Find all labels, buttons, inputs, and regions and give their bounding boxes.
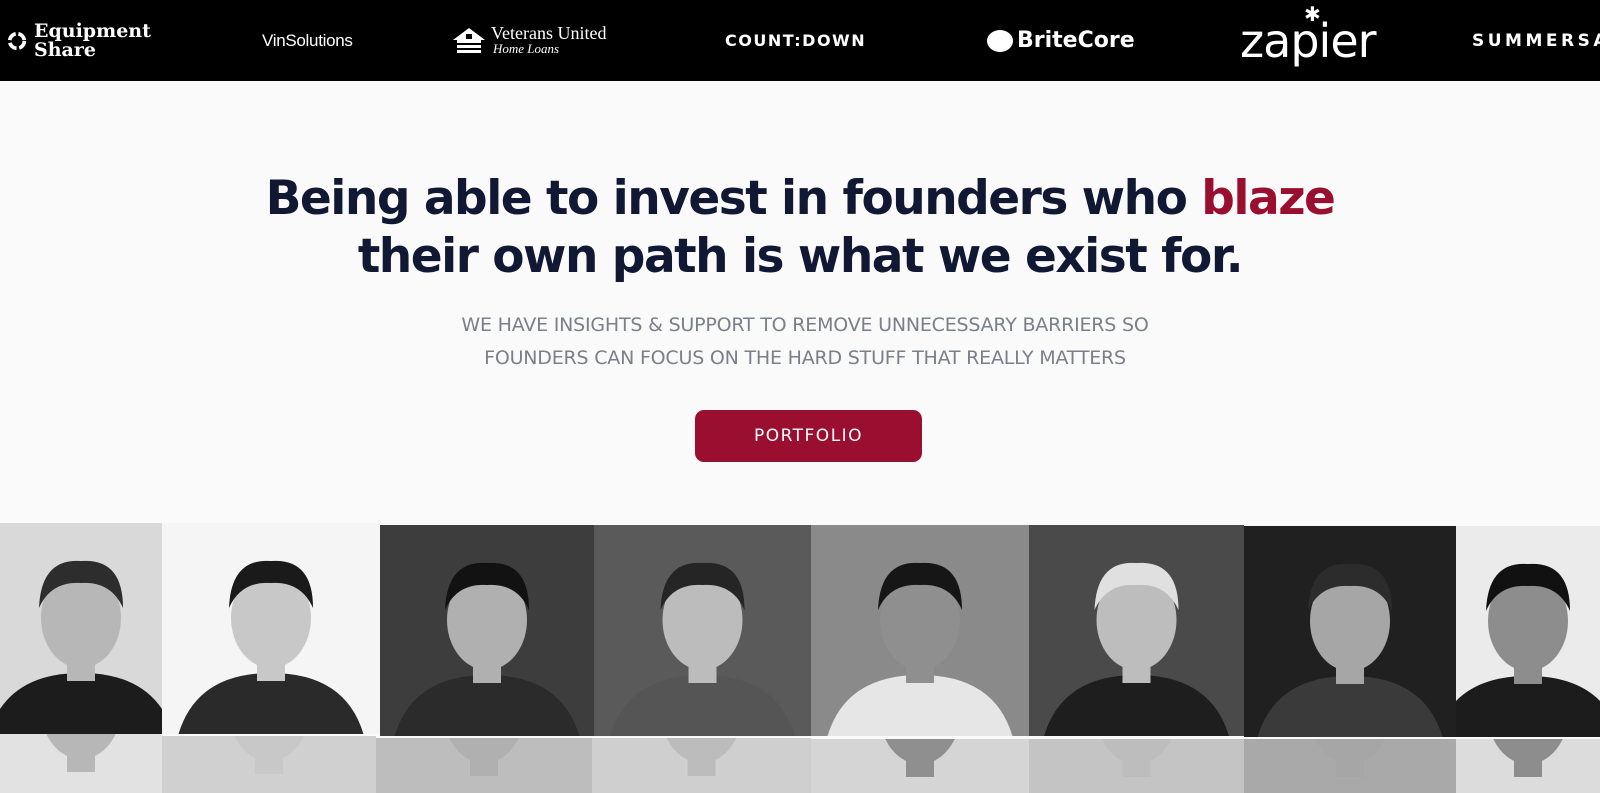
shoulders-shape <box>610 675 795 736</box>
founder-photo-6[interactable] <box>1029 525 1244 736</box>
headline-text-1: Being able to invest in founders who <box>265 171 1202 226</box>
house-icon <box>453 27 485 53</box>
equipment-share-line2: Share <box>34 38 96 61</box>
portfolio-button[interactable]: PORTFOLIO <box>695 410 922 462</box>
shoulders-shape <box>0 673 162 734</box>
britecore-logo[interactable]: BriteCore <box>987 0 1135 81</box>
portrait-graphic <box>885 739 955 777</box>
founder-photo-14[interactable] <box>1029 739 1244 793</box>
face-shape <box>449 738 519 763</box>
veterans-united-sub: Home Loans <box>493 40 560 56</box>
portrait-graphic <box>1493 739 1563 777</box>
veterans-united-name: Veterans United <box>491 22 607 43</box>
portrait-graphic <box>610 562 795 736</box>
founder-photo-8[interactable] <box>1456 526 1600 737</box>
gear-icon <box>7 31 27 50</box>
asterisk-icon: ✱ <box>1304 2 1321 26</box>
founder-photo-13[interactable] <box>811 739 1029 793</box>
founder-photo-16[interactable] <box>1456 739 1600 793</box>
portrait-graphic <box>1456 563 1600 737</box>
summersalt-text: SUMMERSA <box>1472 30 1600 51</box>
portrait-graphic <box>46 734 116 772</box>
portrait-graphic <box>1044 562 1229 736</box>
founder-photo-7[interactable] <box>1244 526 1456 737</box>
face-shape <box>1493 739 1563 764</box>
vinsolutions-logo[interactable]: VinSolutions <box>262 0 353 81</box>
portrait-graphic <box>1315 739 1385 777</box>
headline-text-2: their own path is what we exist for. <box>357 229 1244 284</box>
founder-photo-15[interactable] <box>1244 739 1456 793</box>
countdown-logo[interactable]: COUNT:DOWN <box>725 0 866 81</box>
hero-headline: Being able to invest in founders who bla… <box>0 170 1600 286</box>
portrait-graphic <box>1257 563 1443 737</box>
portrait-graphic <box>449 738 519 776</box>
portrait-graphic <box>1101 739 1172 777</box>
portrait-graphic <box>178 560 364 734</box>
vinsolutions-text: VinSolutions <box>262 30 353 50</box>
founder-photo-4[interactable] <box>594 525 811 736</box>
britecore-mark-icon <box>987 29 1013 52</box>
portrait-graphic <box>0 560 162 734</box>
face-shape <box>1101 739 1172 764</box>
countdown-text: COUNT:DOWN <box>725 31 867 50</box>
client-logo-strip: Equipment Share VinSolutions Veterans Un… <box>0 0 1600 81</box>
veterans-united-logo[interactable]: Veterans United Home Loans <box>451 0 606 81</box>
hero-subtext: WE HAVE INSIGHTS & SUPPORT TO REMOVE UNN… <box>400 309 1210 375</box>
subtext-line-2: FOUNDERS CAN FOCUS ON THE HARD STUFF THA… <box>484 347 1126 369</box>
shoulders-shape <box>178 673 364 734</box>
shoulders-shape <box>394 675 580 736</box>
portrait-graphic <box>827 562 1013 736</box>
portrait-graphic <box>234 736 304 774</box>
founder-photo-5[interactable] <box>811 525 1029 736</box>
zapier-logo[interactable]: ✱ zapier <box>1240 0 1377 81</box>
face-shape <box>234 736 304 761</box>
founder-photo-12[interactable] <box>592 738 811 793</box>
headline-accent: blaze <box>1201 171 1336 226</box>
founder-photo-1[interactable] <box>0 523 162 734</box>
shoulders-shape <box>827 675 1013 736</box>
equipment-share-line1: Equipment <box>34 19 151 42</box>
subtext-line-1: WE HAVE INSIGHTS & SUPPORT TO REMOVE UNN… <box>461 314 1149 336</box>
founder-photo-10[interactable] <box>162 736 376 793</box>
portrait-graphic <box>666 738 737 776</box>
face-shape <box>666 738 737 763</box>
shoulders-shape <box>1257 676 1443 737</box>
face-shape <box>46 734 116 759</box>
equipment-share-logo[interactable]: Equipment Share <box>6 0 151 81</box>
britecore-text: BriteCore <box>1017 28 1135 53</box>
face-shape <box>1315 739 1385 764</box>
shoulders-shape <box>1456 676 1600 737</box>
shoulders-shape <box>1044 675 1229 736</box>
portrait-graphic <box>394 562 580 736</box>
face-shape <box>885 739 955 764</box>
founder-photo-9[interactable] <box>0 734 162 793</box>
founder-photo-3[interactable] <box>380 525 594 736</box>
founder-photo-11[interactable] <box>376 738 592 793</box>
summersalt-logo[interactable]: SUMMERSA <box>1472 0 1600 81</box>
founder-photo-2[interactable] <box>162 523 380 734</box>
